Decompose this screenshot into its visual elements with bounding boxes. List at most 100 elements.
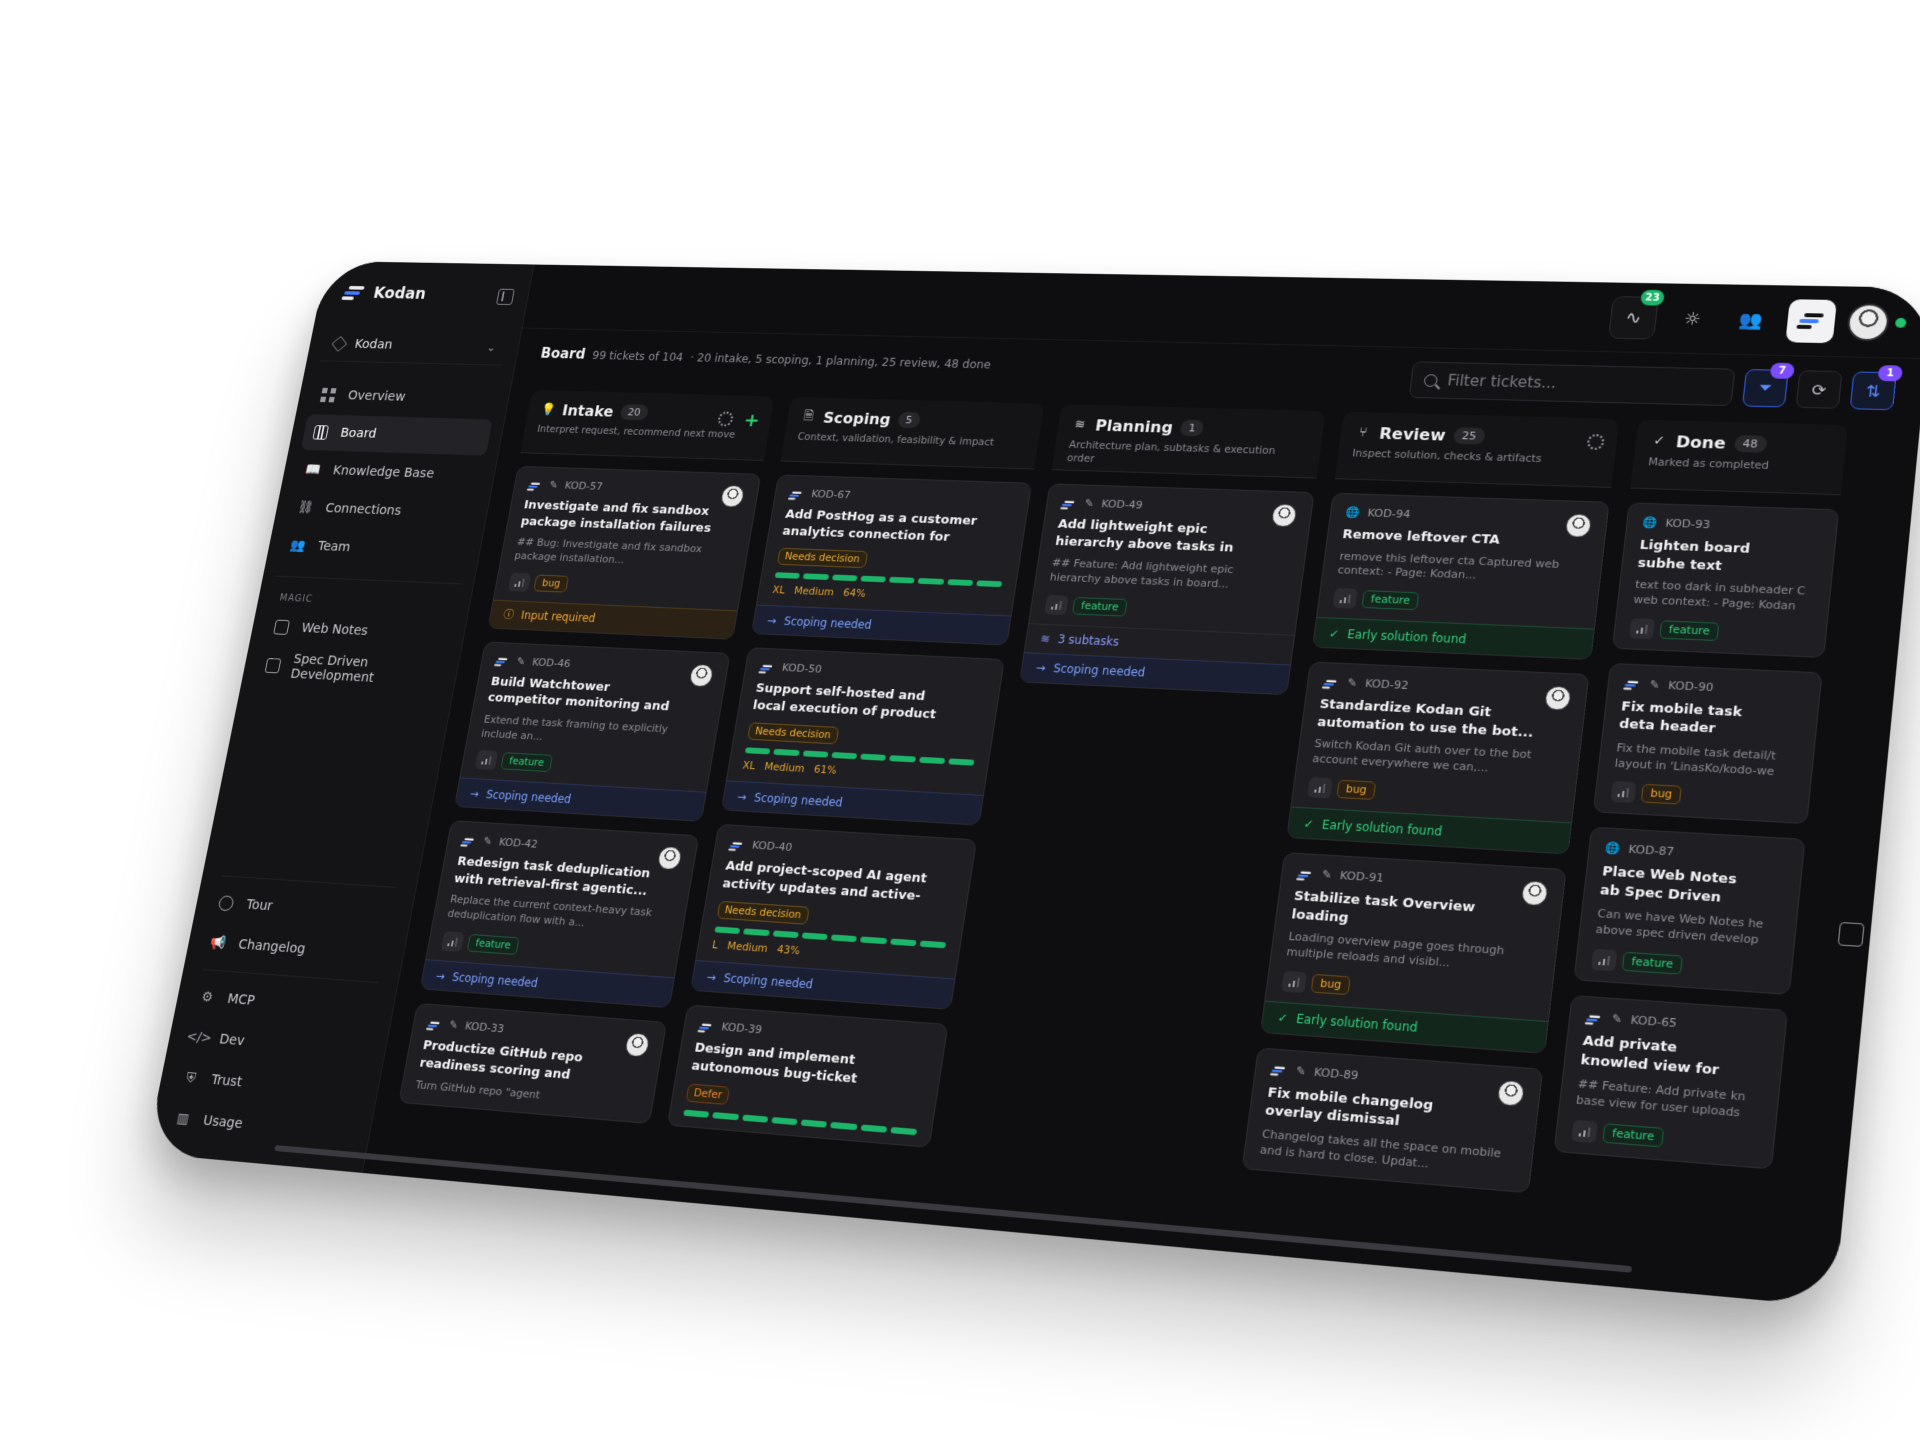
- ticket-title: Add PostHog as a customer analytics conn…: [781, 507, 979, 548]
- ticket-card[interactable]: ✎ KOD-92 Standardize Kodan Git automation…: [1286, 661, 1590, 855]
- compass-icon: [216, 894, 235, 912]
- status-text: Scoping needed: [484, 787, 573, 806]
- ticket-card[interactable]: 🌐 KOD-94 Remove leftover CTA remove this …: [1311, 492, 1610, 661]
- type-tag: feature: [500, 752, 553, 773]
- kodan-logo-icon: [728, 840, 743, 851]
- cube-icon: [331, 335, 348, 352]
- ticket-id: KOD-42: [497, 836, 539, 851]
- sidebar-item-connections[interactable]: ⛓ Connections: [286, 489, 479, 532]
- ticket-title: Build Watchtower competitor monitoring a…: [486, 674, 671, 719]
- ticket-card[interactable]: ✎ KOD-49 Add lightweight epic hierarchy a…: [1019, 483, 1315, 695]
- kodan-logo-icon: [493, 657, 508, 667]
- workspace-switcher[interactable]: Kodan ⌄: [320, 325, 508, 366]
- sidebar-item-label: Overview: [346, 388, 407, 405]
- ticket-card[interactable]: ✎ KOD-91 Stabilize task Overview loading …: [1259, 852, 1567, 1054]
- ticket-card[interactable]: ✎ KOD-46 Build Watchtower competitor moni…: [453, 641, 731, 823]
- workspace-name: Kodan: [353, 336, 394, 352]
- arrow-right-icon: →: [705, 969, 718, 984]
- ticket-card[interactable]: KOD-50 Support self-hosted and local exe…: [720, 647, 1005, 826]
- decision-badge: Defer: [685, 1083, 731, 1106]
- lightbulb-icon: 💡: [539, 402, 557, 417]
- user-avatar[interactable]: [1845, 303, 1891, 342]
- column-header: ⑂ Review 25 Inspect solution, checks & a…: [1334, 411, 1620, 488]
- kodan-agent-button[interactable]: [1785, 299, 1838, 344]
- filter-button[interactable]: ⏷ 7: [1741, 362, 1795, 408]
- brand[interactable]: Kodan: [341, 284, 427, 303]
- filter-field[interactable]: [1408, 361, 1736, 407]
- kodan-logo-icon: [1060, 499, 1075, 509]
- ticket-title: Place Web Notes ab Spec Driven Develo: [1598, 864, 1738, 913]
- ticket-card[interactable]: ✎ KOD-65 Add private knowled view for use…: [1553, 995, 1789, 1170]
- sidebar-item-web-notes[interactable]: Web Notes: [261, 608, 455, 654]
- status-text: Early solution found: [1321, 817, 1443, 839]
- alert-icon: ⓘ: [502, 607, 516, 622]
- type-tag: feature: [1602, 1123, 1665, 1148]
- filter-input[interactable]: [1446, 371, 1721, 396]
- priority-icon: [1332, 588, 1358, 609]
- sidebar-item-overview[interactable]: Overview: [308, 377, 500, 418]
- gear-icon[interactable]: [1586, 433, 1606, 451]
- check-circle-icon: ✓: [1652, 433, 1666, 449]
- priority-icon: [1629, 617, 1655, 640]
- column-count: 5: [896, 411, 922, 429]
- sidebar-item-knowledge-base[interactable]: 📖 Knowledge Base: [293, 452, 485, 494]
- add-ticket-button[interactable]: +: [742, 409, 761, 432]
- ticket-card[interactable]: ✎ KOD-33 Productize GitHub repo readiness…: [398, 1003, 668, 1125]
- refresh-button[interactable]: ⟳: [1795, 370, 1843, 409]
- column-title: Done: [1675, 432, 1727, 453]
- ticket-description: text too dark in subheader C web context…: [1632, 577, 1807, 613]
- online-status-dot: [1894, 317, 1907, 328]
- status-text: Scoping needed: [722, 970, 815, 992]
- globe-icon: 🌐: [1641, 515, 1658, 530]
- status-text: Scoping needed: [782, 613, 873, 632]
- sort-icon: ⇅: [1864, 381, 1882, 401]
- robot-icon: ⚙: [200, 989, 215, 1006]
- type-tag: feature: [1659, 620, 1720, 641]
- type-tag: feature: [1361, 590, 1420, 611]
- ticket-card[interactable]: ✎ KOD-90 Fix mobile task deta header layo…: [1592, 662, 1823, 825]
- arrow-right-icon: →: [434, 968, 447, 983]
- column-header: ✓ Done 48 Marked as completed: [1630, 419, 1848, 496]
- ticket-card[interactable]: KOD-39 Design and implement autonomous b…: [666, 1004, 949, 1148]
- ticket-id: KOD-67: [810, 487, 852, 502]
- ticket-card[interactable]: KOD-67 Add PostHog as a customer analyti…: [750, 474, 1033, 646]
- activity-button[interactable]: ∿ 23: [1607, 289, 1665, 340]
- theme-toggle-button[interactable]: ☼: [1667, 297, 1718, 341]
- column-count: 25: [1452, 427, 1486, 445]
- sidebar-item-spec-driven-development[interactable]: Spec Driven Development: [254, 647, 448, 693]
- ticket-card[interactable]: KOD-40 Add project-scoped AI agent activ…: [689, 823, 978, 1010]
- column-header: 💡 Intake 20 Interpret request, recommend…: [520, 389, 775, 461]
- ticket-card[interactable]: 🌐 KOD-87 Place Web Notes ab Spec Driven D…: [1573, 827, 1806, 996]
- stage: Kodan Kodan ⌄ Overview Board 📖 Knowledge…: [0, 0, 1920, 1440]
- sidebar-item-board[interactable]: Board: [300, 414, 493, 456]
- column-description: Inspect solution, checks & artifacts: [1351, 447, 1543, 465]
- sidebar-item-label: Connections: [324, 501, 403, 519]
- board-icon: [311, 424, 330, 441]
- sidebar-item-label: Team: [316, 539, 352, 555]
- type-tag: bug: [1310, 973, 1351, 995]
- collapse-sidebar-icon[interactable]: [496, 288, 515, 306]
- overview-icon: [319, 387, 338, 403]
- ticket-id: KOD-49: [1100, 497, 1144, 512]
- ticket-title: Support self-hosted and local execution …: [751, 681, 938, 727]
- ticket-card[interactable]: ✎ KOD-57 Investigate and fix sandbox pack…: [487, 465, 762, 640]
- team-button[interactable]: 👥: [1726, 298, 1777, 342]
- ticket-card[interactable]: 🌐 KOD-93 Lighten board subhe text text to…: [1611, 502, 1840, 658]
- confidence-percent: 64%: [842, 587, 867, 600]
- effort-label: Medium: [726, 940, 769, 955]
- decision-badge: Needs decision: [776, 547, 868, 569]
- ticket-description: Extend the task framing to explicitly in…: [480, 712, 669, 743]
- ticket-card[interactable]: ✎ KOD-42 Redesign task deduplication with…: [419, 820, 700, 1009]
- sidebar-item-label: Spec Driven Development: [289, 651, 376, 686]
- sidebar-item-team[interactable]: 👥 Team: [278, 527, 471, 571]
- panel-toggle-icon[interactable]: [1837, 921, 1865, 947]
- sidebar-item-label: Usage: [201, 1112, 244, 1132]
- gear-icon[interactable]: [717, 411, 735, 427]
- sort-button[interactable]: ⇅ 1: [1849, 365, 1904, 411]
- ticket-id: KOD-87: [1627, 842, 1675, 860]
- ticket-id: KOD-57: [563, 479, 604, 493]
- topbar: ∿ 23 ☼ 👥: [522, 264, 1920, 360]
- ticket-card[interactable]: ✎ KOD-89 Fix mobile changelog overlay dis…: [1241, 1047, 1544, 1193]
- board-toolbar: ⏷ 7 ⟳ ⇅ 1: [1408, 361, 1904, 411]
- priority-icon: [1610, 781, 1637, 804]
